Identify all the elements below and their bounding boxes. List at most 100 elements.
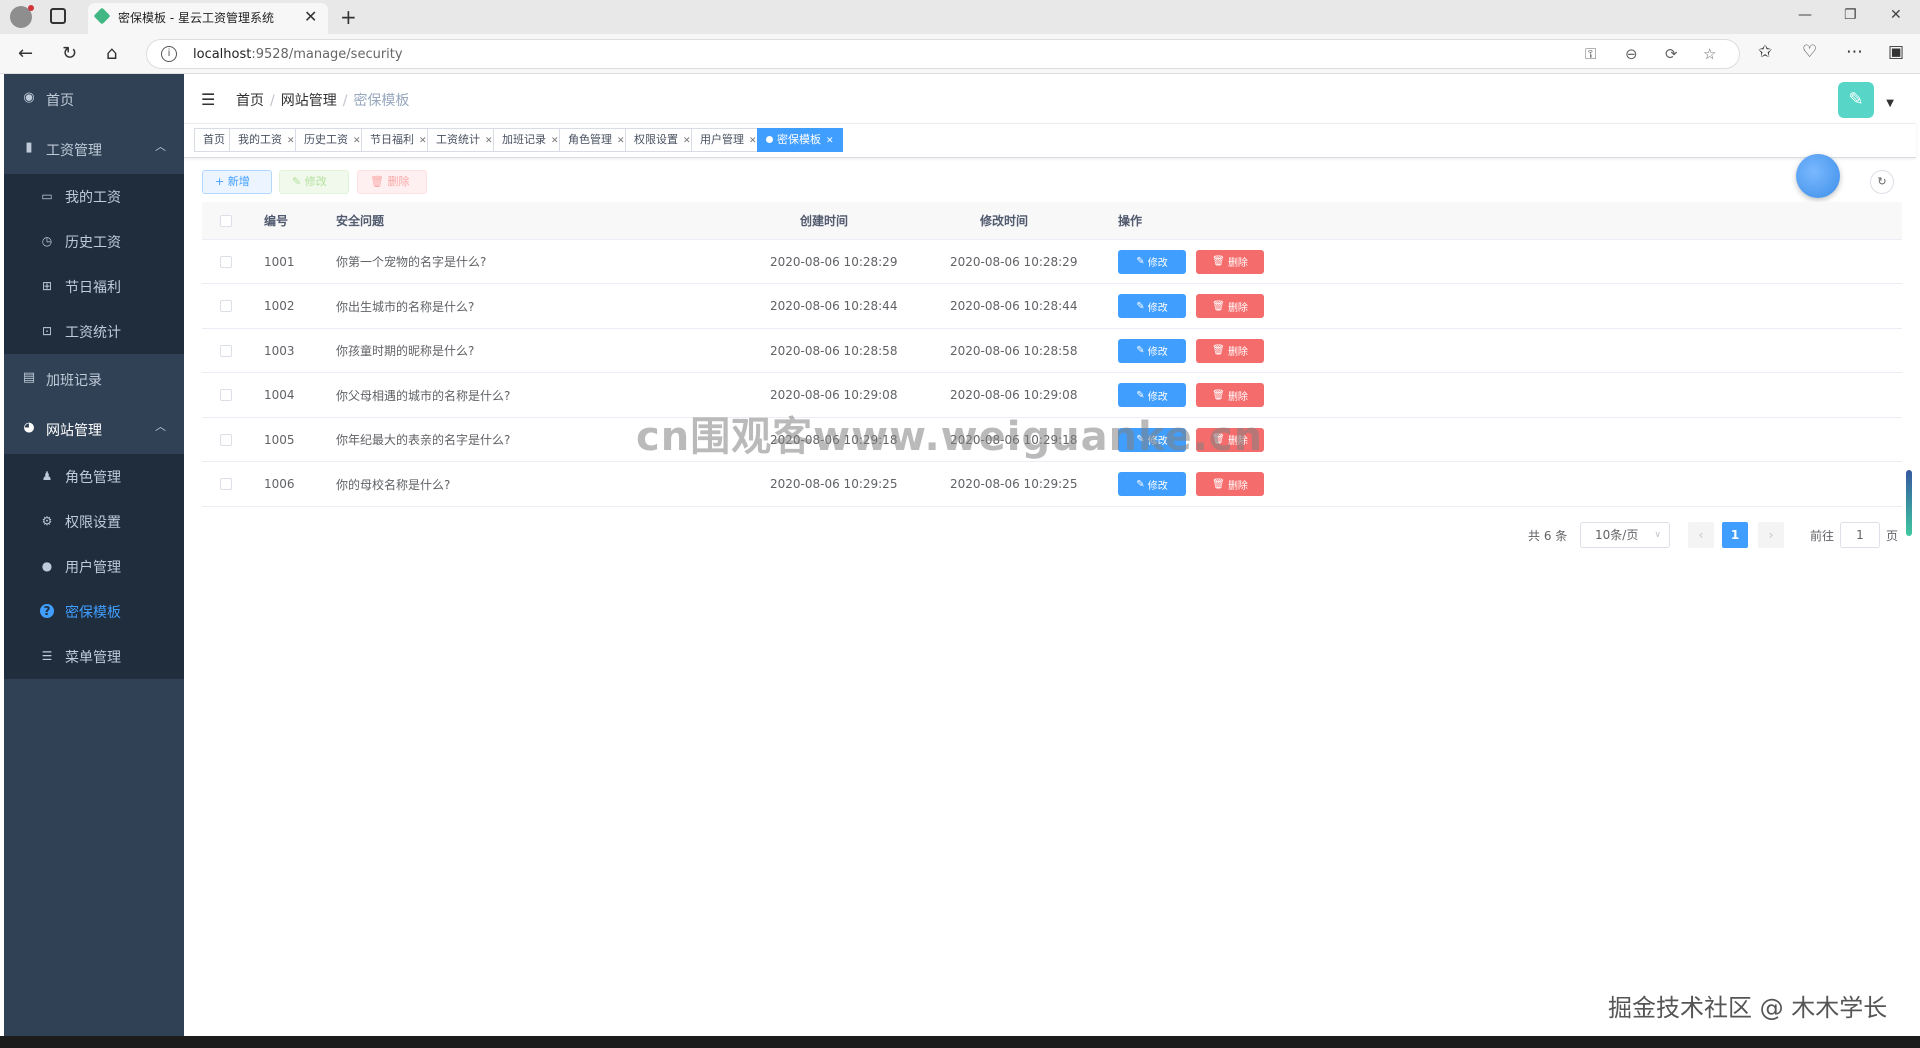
sidebar-item-home[interactable]: ◉ 首页 bbox=[4, 74, 184, 124]
row-edit-button[interactable]: ✎ 修改 bbox=[1118, 294, 1186, 318]
url-input[interactable]: i localhost:9528/manage/security ⚿ ⊖ ⟳ ☆ bbox=[146, 39, 1740, 69]
sidebar-item-salary[interactable]: ▮ 工资管理 ︿ bbox=[4, 124, 184, 174]
breadcrumb-home[interactable]: 首页 bbox=[236, 93, 264, 109]
back-icon[interactable]: ← bbox=[18, 43, 33, 64]
cell-id: 1003 bbox=[264, 343, 295, 358]
tag-home[interactable]: 首页 bbox=[194, 128, 234, 152]
close-icon[interactable]: ✕ bbox=[287, 136, 295, 146]
close-tab-icon[interactable]: ✕ bbox=[304, 7, 317, 26]
more-options-icon[interactable]: ⋯ bbox=[1846, 42, 1863, 62]
edit-icon: ✎ bbox=[1136, 389, 1148, 401]
sidebar-item-site-manage[interactable]: ◕ 网站管理 ︿ bbox=[4, 404, 184, 454]
cell-modified: 2020-08-06 10:28:29 bbox=[950, 254, 1078, 269]
trash-icon: 🗑 bbox=[1212, 389, 1228, 401]
key-icon[interactable]: ⚿ bbox=[1585, 45, 1596, 63]
sidebar-item-permission[interactable]: ⚙ 权限设置 bbox=[4, 499, 184, 544]
tag-salary-stats[interactable]: 工资统计 ✕ bbox=[427, 128, 502, 152]
row-delete-button[interactable]: 🗑 删除 bbox=[1196, 338, 1264, 363]
sidebar-item-history-salary[interactable]: ◷ 历史工资 bbox=[4, 219, 184, 264]
edit-button[interactable]: ✎ 修改 bbox=[279, 170, 349, 194]
tag-user[interactable]: 用户管理 ✕ bbox=[691, 128, 766, 152]
address-bar: ← ↻ ⌂ i localhost:9528/manage/security ⚿… bbox=[0, 34, 1920, 74]
page-size-select[interactable]: 10条/页 ∨ bbox=[1580, 522, 1670, 548]
close-window-icon[interactable]: ✕ bbox=[1890, 7, 1902, 23]
sidebar-toggle-icon[interactable]: ▣ bbox=[1888, 42, 1904, 62]
favorite-star-icon[interactable]: ☆ bbox=[1703, 45, 1716, 63]
menu-list-icon: ☰ bbox=[41, 649, 53, 663]
page-number-button[interactable]: 1 bbox=[1722, 522, 1748, 548]
goto-page-input[interactable]: 1 bbox=[1840, 522, 1880, 548]
minimize-icon[interactable]: — bbox=[1798, 7, 1812, 23]
tab-actions-icon[interactable] bbox=[50, 8, 66, 24]
row-edit-button[interactable]: ✎ 修改 bbox=[1118, 249, 1186, 274]
row-checkbox[interactable] bbox=[220, 389, 232, 401]
row-select-cell bbox=[220, 329, 232, 372]
favorites-icon[interactable]: ✩ bbox=[1758, 42, 1772, 62]
close-icon[interactable]: ✕ bbox=[419, 136, 427, 146]
tag-role[interactable]: 角色管理 ✕ bbox=[559, 128, 634, 152]
row-checkbox[interactable] bbox=[220, 300, 232, 312]
next-page-button[interactable]: › bbox=[1758, 522, 1784, 548]
refresh-table-icon[interactable]: ↻ bbox=[1870, 170, 1894, 194]
row-checkbox[interactable] bbox=[220, 478, 232, 490]
zoom-out-icon[interactable]: ⊖ bbox=[1625, 45, 1638, 63]
floating-ball[interactable] bbox=[1796, 154, 1840, 198]
close-icon[interactable]: ✕ bbox=[683, 136, 691, 146]
site-info-icon[interactable]: i bbox=[161, 46, 177, 62]
sidebar-item-role[interactable]: ♟ 角色管理 bbox=[4, 454, 184, 499]
tag-my-salary[interactable]: 我的工资 ✕ bbox=[229, 128, 304, 152]
tag-permission[interactable]: 权限设置 ✕ bbox=[625, 128, 700, 152]
close-icon[interactable]: ✕ bbox=[353, 136, 361, 146]
gear-icon: ⚙ bbox=[41, 514, 53, 528]
select-all-checkbox[interactable] bbox=[220, 214, 232, 227]
sidebar-item-user[interactable]: ● 用户管理 bbox=[4, 544, 184, 589]
browser-essentials-icon[interactable]: ♡ bbox=[1802, 42, 1817, 62]
cell-question: 你第一个宠物的名字是什么? bbox=[336, 255, 487, 269]
sidebar-item-security-template[interactable]: ? 密保模板 bbox=[4, 589, 184, 634]
close-icon[interactable]: ✕ bbox=[749, 136, 757, 146]
cell-modified: 2020-08-06 10:29:25 bbox=[950, 477, 1078, 491]
sidebar-item-holiday-welfare[interactable]: ⊞ 节日福利 bbox=[4, 264, 184, 309]
new-tab-icon[interactable]: + bbox=[340, 5, 357, 29]
hamburger-icon[interactable]: ☰ bbox=[201, 90, 215, 109]
avatar[interactable]: ✎ bbox=[1838, 82, 1874, 118]
close-icon[interactable]: ✕ bbox=[551, 136, 559, 146]
cell-question: 你父母相遇的城市的名称是什么? bbox=[336, 388, 511, 403]
add-button[interactable]: + 新增 bbox=[202, 170, 272, 194]
row-delete-button[interactable]: 🗑 删除 bbox=[1196, 472, 1264, 496]
row-checkbox[interactable] bbox=[220, 344, 232, 357]
row-edit-button[interactable]: ✎ 修改 bbox=[1118, 472, 1186, 496]
delete-button[interactable]: 🗑 删除 bbox=[357, 170, 427, 194]
cell-created: 2020-08-06 10:28:29 bbox=[770, 254, 898, 269]
sidebar-item-menu[interactable]: ☰ 菜单管理 bbox=[4, 634, 184, 679]
dashboard-icon: ◉ bbox=[23, 90, 35, 105]
close-icon[interactable]: ✕ bbox=[617, 136, 625, 146]
translate-icon[interactable]: ⟳ bbox=[1665, 45, 1678, 63]
refresh-icon[interactable]: ↻ bbox=[62, 43, 77, 64]
page-scrollbar[interactable] bbox=[1906, 470, 1912, 536]
breadcrumb-site-manage[interactable]: 网站管理 bbox=[281, 93, 337, 109]
tag-security-template[interactable]: 密保模板 ✕ bbox=[757, 128, 843, 152]
close-icon[interactable]: ✕ bbox=[485, 136, 493, 146]
tag-history-salary[interactable]: 历史工资 ✕ bbox=[295, 128, 370, 152]
tag-overtime[interactable]: 加班记录 ✕ bbox=[493, 128, 568, 152]
sidebar-item-label: 工资管理 bbox=[46, 143, 102, 159]
close-icon[interactable]: ✕ bbox=[826, 136, 834, 146]
home-icon[interactable]: ⌂ bbox=[106, 43, 117, 64]
row-delete-button[interactable]: 🗑 删除 bbox=[1196, 249, 1264, 274]
restore-icon[interactable]: ❐ bbox=[1844, 7, 1857, 23]
sidebar-item-salary-stats[interactable]: ⊡ 工资统计 bbox=[4, 309, 184, 354]
prev-page-button[interactable]: ‹ bbox=[1688, 522, 1714, 548]
main-content: ☰ 首页 / 网站管理 / 密保模板 ✎ ▼ 首页 我的工资 ✕ 历史工资 ✕ 节日福利 ✕ … bbox=[184, 74, 1916, 1036]
tag-label: 角色管理 bbox=[568, 133, 612, 146]
row-checkbox[interactable] bbox=[220, 255, 232, 268]
row-delete-button[interactable]: 🗑 删除 bbox=[1196, 294, 1264, 318]
sidebar-item-overtime[interactable]: ▤ 加班记录 bbox=[4, 354, 184, 404]
row-checkbox[interactable] bbox=[220, 433, 232, 446]
tag-holiday-welfare[interactable]: 节日福利 ✕ bbox=[361, 128, 436, 152]
edit-icon: ✎ bbox=[1136, 345, 1148, 356]
calendar-icon: ▤ bbox=[22, 370, 36, 385]
sidebar-item-my-salary[interactable]: ▭ 我的工资 bbox=[4, 174, 184, 219]
row-edit-button[interactable]: ✎ 修改 bbox=[1118, 338, 1186, 363]
caret-down-icon[interactable]: ▼ bbox=[1886, 98, 1894, 109]
